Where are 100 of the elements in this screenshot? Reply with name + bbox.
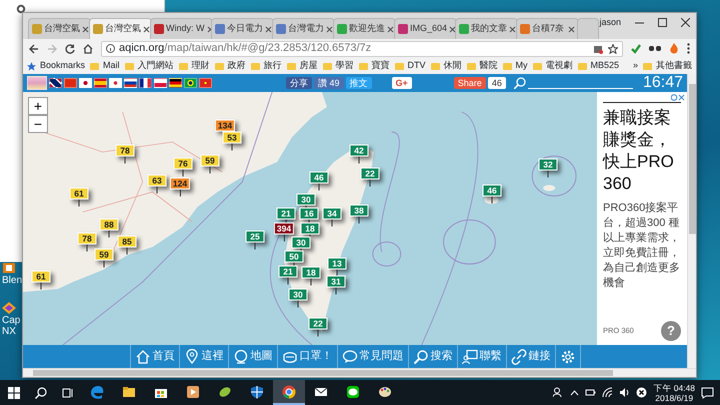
blocked-icon[interactable] [593,44,603,54]
chevron-up-icon[interactable] [570,390,580,396]
bookmark[interactable]: 其他書籤 [643,59,692,73]
aqi-marker[interactable]: 50 [284,250,304,262]
zoom-out-button[interactable]: − [28,115,48,133]
aqi-marker[interactable]: 61 [70,188,88,200]
desktop-icon-label[interactable]: Cap NX [2,315,22,337]
leaf-icon[interactable] [218,384,232,398]
flag-icon[interactable] [49,78,62,88]
help-button[interactable]: ? [661,321,681,341]
vertical-scrollbar[interactable] [687,74,696,368]
browser-tab[interactable]: 台灣空氣 [28,18,91,39]
wifi-icon[interactable] [602,387,614,398]
task-view-icon[interactable] [62,386,74,398]
folder-icon[interactable] [122,384,136,398]
bookmark[interactable]: 寶寶 [358,59,390,73]
aqi-marker[interactable]: 59 [200,154,220,166]
aqi-marker[interactable]: 30 [292,236,310,248]
aqi-marker[interactable]: 21 [278,266,298,278]
flag-icon[interactable] [139,78,152,88]
aqi-marker[interactable]: 85 [118,236,136,248]
bookmark[interactable]: 房屋 [286,59,318,73]
desktop-icon-label[interactable]: Blen [2,275,22,286]
app-icon[interactable] [2,302,16,314]
menu-icon[interactable] [687,43,690,54]
taskbar-date[interactable]: 2018/6/19 [655,392,694,402]
bookmark[interactable]: MB525 [578,59,620,73]
close-icon[interactable] [636,387,648,398]
bookmark[interactable]: DTV [394,59,426,73]
settings-icon[interactable] [16,4,26,14]
star-icon[interactable] [608,44,618,54]
browser-tab[interactable]: 台灣空氣 [89,18,152,39]
taskbar-time[interactable]: 下午 04:48 [653,382,695,392]
aqi-marker[interactable]: 46 [310,172,328,184]
aqi-marker[interactable]: 18 [300,222,320,234]
google-plus-button[interactable]: G+ [392,77,412,89]
browser-icon[interactable] [90,384,104,398]
bookmark[interactable]: 理財 [178,59,210,73]
close-icon[interactable] [143,26,150,32]
bookmark[interactable]: My [502,59,528,73]
media-player-icon[interactable] [186,384,200,398]
bookmark[interactable]: 政府 [214,59,246,73]
aqi-marker[interactable]: 134 [214,120,236,132]
aqi-marker[interactable]: 88 [100,218,118,230]
aqi-marker[interactable]: 31 [326,276,346,288]
app-icon[interactable] [2,262,16,274]
browser-tab[interactable]: 台灣電力 [272,18,335,39]
volume-icon[interactable] [619,387,630,398]
aqi-marker[interactable]: 78 [116,144,134,156]
back-icon[interactable] [29,44,39,54]
bookmark[interactable]: Bookmarks [27,59,86,73]
flag-icon[interactable] [79,78,92,88]
check-icon[interactable] [631,44,641,54]
aqi-marker[interactable]: 30 [296,194,316,206]
aqi-marker[interactable]: 61 [32,270,50,282]
envelope-icon[interactable] [314,384,328,398]
aqi-marker[interactable]: 30 [288,288,308,300]
aqi-marker[interactable]: 38 [350,204,368,216]
flag-icon[interactable] [169,78,182,88]
like-button[interactable]: 讚 49 [314,77,344,89]
share-button[interactable]: Share [454,77,486,89]
palette-icon[interactable] [378,384,392,398]
bookmark[interactable]: 旅行 [250,59,282,73]
share-button[interactable]: 分享 [286,77,312,89]
shield-icon[interactable] [250,384,264,398]
bookmark[interactable]: 學習 [322,59,354,73]
aqi-marker[interactable]: 42 [350,144,368,156]
aqi-marker[interactable]: 53 [222,132,242,144]
reload-icon[interactable] [65,44,75,54]
bookmark[interactable]: 醫院 [466,59,498,73]
aqi-marker[interactable]: 394 [274,222,294,234]
aqi-marker[interactable]: 124 [170,178,190,190]
aqi-marker[interactable]: 21 [276,208,296,220]
aqi-marker[interactable]: 76 [174,158,192,170]
close-icon[interactable] [681,18,690,28]
bookmark[interactable]: 入門網站 [124,59,174,73]
aqi-marker[interactable]: 78 [78,232,96,244]
browser-tab[interactable]: 今日電力 [211,18,274,39]
home-icon[interactable] [83,44,93,54]
ad-choices-icon[interactable] [671,94,685,101]
bookmark[interactable]: 電視劇 [532,59,573,73]
browser-tab[interactable]: Windy: W [150,18,213,39]
search-icon[interactable] [34,386,46,398]
windows-start-icon[interactable] [8,386,20,398]
flag-icon[interactable] [184,78,197,88]
aqi-marker[interactable]: 22 [308,318,328,330]
address-bar[interactable]: aqicn.org/map/taiwan/hk/#@g/23.2853/120.6573/7z [101,40,623,56]
aqi-marker[interactable]: 16 [300,208,318,220]
zoom-in-button[interactable]: + [28,97,48,115]
info-icon[interactable] [106,44,115,53]
glasses-icon[interactable] [649,44,661,52]
browser-tab[interactable]: 歡迎先進 [333,18,396,39]
chrome-icon[interactable] [282,384,296,398]
people-icon[interactable] [553,387,564,398]
aqi-marker[interactable]: 59 [94,248,114,260]
flame-icon[interactable] [669,43,679,54]
browser-tab[interactable]: IMG_604 [394,18,457,39]
horizontal-scrollbar[interactable] [23,368,696,377]
aqi-marker[interactable]: 34 [322,208,342,220]
bookmark[interactable]: Mail [90,59,120,73]
